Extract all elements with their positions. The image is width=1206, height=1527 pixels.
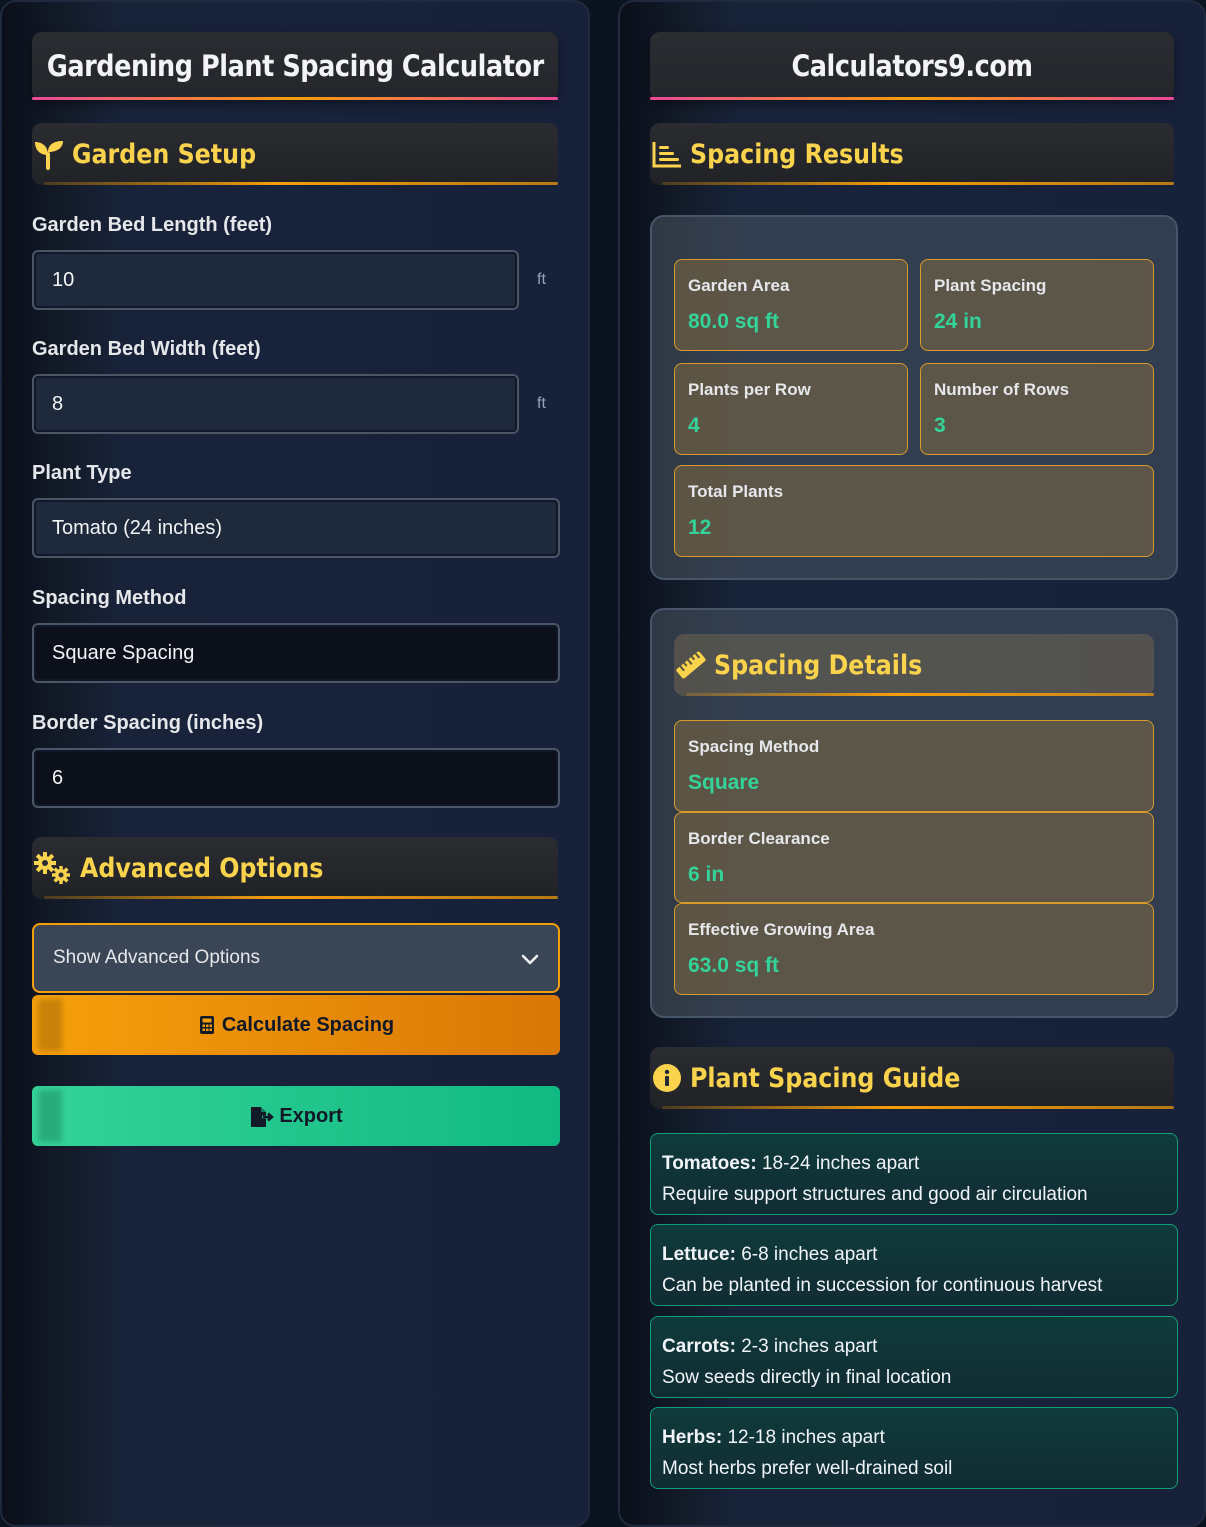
guide-item-carrots: Carrots: 2-3 inches apart Sow seeds dire… [650, 1316, 1178, 1398]
total-plants-value: 12 [688, 516, 712, 539]
info-circle-icon [650, 1061, 684, 1095]
number-of-rows-stat: Number of Rows 3 [920, 363, 1154, 455]
border-clearance-detail: Border Clearance 6 in [674, 812, 1154, 903]
site-title: Calculators9.com [791, 49, 1033, 83]
spacing-method-detail: Spacing Method Square [674, 720, 1154, 812]
guide-item-note: Require support structures and good air … [662, 1184, 1088, 1205]
plant-type-label: Plant Type [32, 462, 132, 484]
page-title: Gardening Plant Spacing Calculator [46, 49, 544, 83]
border-spacing-label: Border Spacing (inches) [32, 712, 264, 734]
width-label: Garden Bed Width (feet) [32, 338, 261, 360]
width-unit: ft [537, 395, 546, 412]
results-card: Garden Area 80.0 sq ft Plant Spacing 24 … [650, 215, 1178, 580]
border-spacing-input[interactable]: 6 [32, 748, 560, 808]
plant-spacing-stat: Plant Spacing 24 in [920, 259, 1154, 351]
length-label: Garden Bed Length (feet) [32, 214, 273, 236]
seedling-icon [32, 137, 66, 171]
spacing-results-title: Spacing Results [690, 138, 904, 170]
guide-item-spacing: 6-8 inches apart [741, 1244, 878, 1265]
guide-item-note: Most herbs prefer well-drained soil [662, 1458, 953, 1479]
plant-type-select[interactable]: Tomato (24 inches) [32, 498, 560, 558]
advanced-options-title: Advanced Options [80, 852, 324, 884]
number-of-rows-label: Number of Rows [934, 380, 1070, 399]
guide-item-lettuce: Lettuce: 6-8 inches apart Can be planted… [650, 1224, 1178, 1306]
garden-area-stat: Garden Area 80.0 sq ft [674, 259, 908, 351]
border-clearance-value: 6 in [688, 863, 725, 886]
site-title-box: Calculators9.com [650, 32, 1174, 100]
garden-area-label: Garden Area [688, 276, 790, 295]
guide-item-tomatoes: Tomatoes: 18-24 inches apart Require sup… [650, 1133, 1178, 1215]
guide-item-herbs: Herbs: 12-18 inches apart Most herbs pre… [650, 1407, 1178, 1489]
results-panel: Calculators9.com Spacing Results Garden … [618, 0, 1206, 1527]
total-plants-stat: Total Plants 12 [674, 465, 1154, 557]
advanced-options-dropdown[interactable]: Show Advanced Options [32, 923, 560, 993]
border-clearance-label: Border Clearance [688, 829, 830, 848]
effective-area-label: Effective Growing Area [688, 920, 875, 939]
plant-spacing-label: Plant Spacing [934, 276, 1047, 295]
calculator-icon [198, 1015, 218, 1035]
export-button[interactable]: Export [32, 1086, 560, 1146]
spacing-results-header: Spacing Results [650, 123, 1174, 185]
advanced-options-header: Advanced Options [32, 837, 558, 899]
plant-guide-title: Plant Spacing Guide [690, 1062, 961, 1094]
effective-area-value: 63.0 sq ft [688, 954, 780, 977]
guide-item-spacing: 12-18 inches apart [727, 1427, 885, 1448]
length-unit: ft [537, 271, 546, 288]
spacing-details-header: Spacing Details [674, 634, 1154, 696]
width-input[interactable]: 8 [32, 374, 519, 434]
plants-per-row-value: 4 [688, 414, 700, 437]
export-label: Export [279, 1104, 343, 1127]
guide-item-note: Can be planted in succession for continu… [662, 1275, 1103, 1296]
advanced-options-label: Show Advanced Options [53, 947, 261, 968]
spacing-details-title: Spacing Details [714, 649, 923, 681]
garden-setup-header: Garden Setup [32, 123, 558, 185]
calculator-panel: Gardening Plant Spacing Calculator Garde… [0, 0, 590, 1527]
spacing-method-select[interactable]: Square Spacing [32, 623, 560, 683]
chevron-down-icon [520, 949, 540, 969]
guide-item-note: Sow seeds directly in final location [662, 1367, 952, 1388]
calculate-spacing-button[interactable]: Calculate Spacing [32, 995, 560, 1055]
length-input[interactable]: 10 [32, 250, 519, 310]
effective-area-detail: Effective Growing Area 63.0 sq ft [674, 903, 1154, 995]
spacing-method-label: Spacing Method [32, 587, 187, 609]
file-export-icon [249, 1106, 275, 1127]
calculate-spacing-label: Calculate Spacing [221, 1013, 395, 1036]
guide-item-spacing: 18-24 inches apart [761, 1153, 920, 1174]
plants-per-row-stat: Plants per Row 4 [674, 363, 908, 455]
spacing-method-detail-label: Spacing Method [688, 737, 820, 756]
plant-guide-header: Plant Spacing Guide [650, 1047, 1174, 1109]
calculator-title-box: Gardening Plant Spacing Calculator [32, 32, 558, 100]
guide-item-spacing: 2-3 inches apart [741, 1336, 878, 1357]
ruler-icon [674, 648, 708, 682]
details-card: Spacing Details Spacing Method Square Bo… [650, 608, 1178, 1018]
spacing-method-detail-value: Square [688, 771, 760, 794]
guide-item-name: Herbs: [662, 1427, 723, 1448]
garden-setup-title: Garden Setup [72, 138, 257, 170]
chart-bar-icon [650, 137, 684, 171]
total-plants-label: Total Plants [688, 482, 784, 501]
guide-item-name: Lettuce: [662, 1244, 736, 1265]
number-of-rows-value: 3 [934, 414, 946, 437]
guide-item-name: Carrots: [662, 1336, 736, 1357]
gears-icon [32, 851, 74, 885]
plant-spacing-value: 24 in [934, 310, 982, 333]
plants-per-row-label: Plants per Row [688, 380, 811, 399]
garden-area-value: 80.0 sq ft [688, 310, 780, 333]
guide-item-name: Tomatoes: [662, 1153, 757, 1174]
